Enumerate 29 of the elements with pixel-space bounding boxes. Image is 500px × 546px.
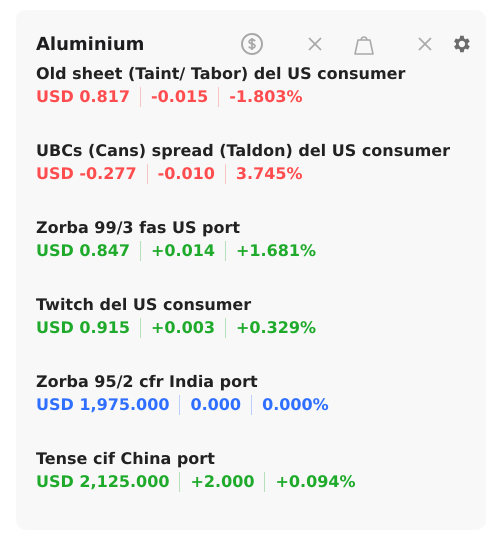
price-name: Twitch del US consumer — [36, 295, 252, 315]
price-name: UBCs (Cans) spread (Taldon) del US consumer — [36, 141, 452, 161]
price-value: USD 0.817 — [36, 86, 130, 108]
close-icon[interactable] — [308, 37, 322, 51]
price-change: +0.003 — [150, 317, 215, 339]
card-title: Aluminium — [36, 34, 146, 54]
price-value: USD 0.915 — [36, 317, 130, 339]
dollar-coin-icon[interactable] — [240, 32, 264, 56]
price-change: 0.000 — [190, 394, 242, 416]
price-change: -0.010 — [158, 163, 215, 185]
price-name: Zorba 99/3 fas US port — [36, 218, 242, 238]
percent-change: +1.681% — [236, 240, 316, 262]
price-change: +2.000 — [190, 471, 254, 493]
percent-change: +0.329% — [236, 317, 316, 339]
price-change: +0.014 — [150, 240, 215, 262]
price-name: Zorba 95/2 cfr India port — [36, 372, 259, 392]
price-value: USD 1,975.000 — [36, 394, 170, 416]
percent-change: 3.745% — [236, 163, 303, 185]
weight-icon[interactable] — [354, 33, 374, 55]
price-name: Old sheet (Taint/ Tabor) del US consumer — [36, 64, 406, 84]
price-value: USD -0.277 — [36, 163, 137, 185]
price-value: USD 0.847 — [36, 240, 130, 262]
percent-change: 0.000% — [262, 394, 329, 416]
price-value: USD 2,125.000 — [36, 471, 170, 493]
price-change: -0.015 — [150, 86, 208, 108]
percent-change: -1.803% — [229, 86, 303, 108]
price-name: Tense cif China port — [36, 449, 216, 469]
percent-change: +0.094% — [275, 471, 356, 493]
close-icon[interactable] — [418, 37, 432, 51]
